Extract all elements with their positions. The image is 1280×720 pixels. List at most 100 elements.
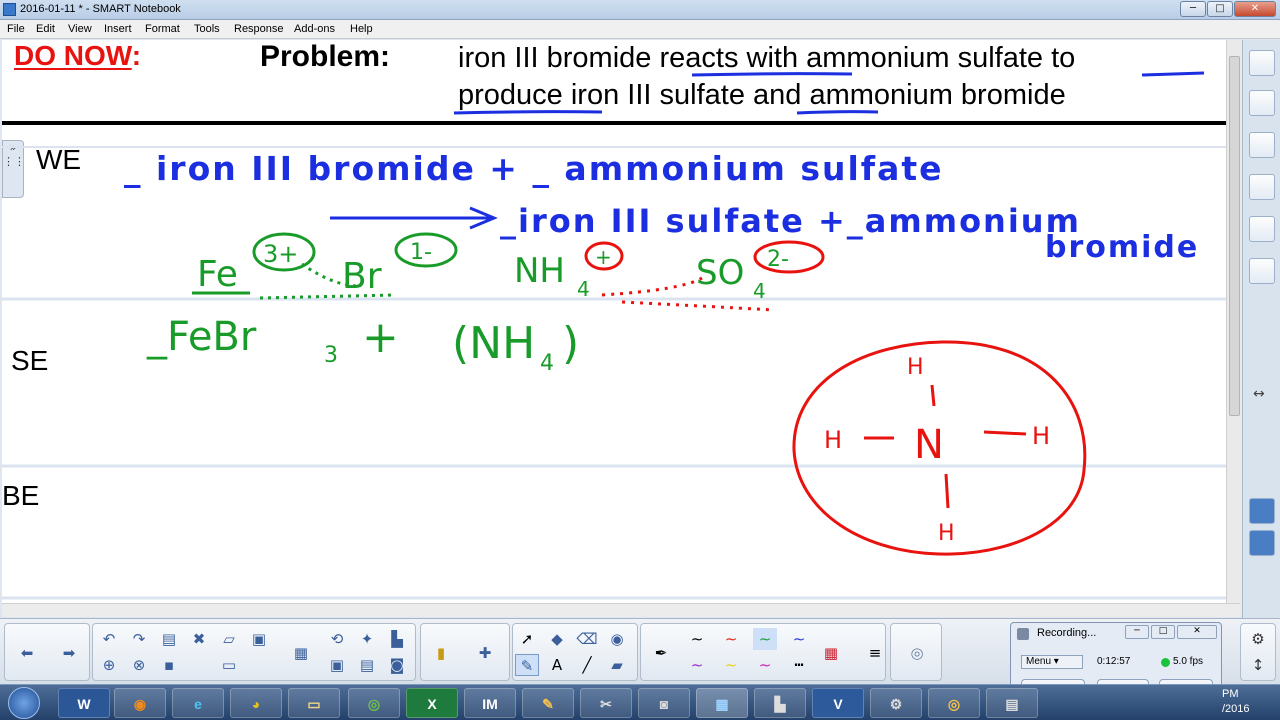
undo-icon[interactable]: ↶	[97, 628, 121, 650]
pen-type-icon[interactable]: ✒	[649, 642, 673, 664]
smart-tools-taskbar-icon[interactable]: ✎	[522, 688, 574, 718]
screen-shade-icon[interactable]: ▭	[217, 654, 241, 676]
close-button[interactable]: ✕	[1234, 1, 1276, 17]
hw-formula-2-sub: 4	[540, 351, 554, 376]
table-icon[interactable]: ▦	[289, 642, 313, 664]
gear-icon[interactable]: ⚙	[1246, 628, 1270, 650]
vertical-scrollbar[interactable]	[1226, 40, 1242, 616]
next-page-arrow-icon[interactable]	[1249, 530, 1275, 556]
properties-tab-icon[interactable]	[1249, 174, 1275, 200]
pen-blue-icon[interactable]: ∼	[787, 628, 811, 650]
pen-magenta-icon[interactable]: ∼	[753, 654, 777, 676]
document-camera-taskbar-icon[interactable]: ▙	[754, 688, 806, 718]
eraser-icon[interactable]: ⌫	[575, 628, 599, 650]
page-sorter-tab-icon[interactable]	[1249, 50, 1275, 76]
menu-format[interactable]: Format	[145, 23, 180, 35]
camera-taskbar-icon[interactable]: ◙	[638, 688, 690, 718]
menu-tools[interactable]: Tools	[194, 23, 220, 35]
smart-ink-taskbar-icon[interactable]: ✂	[580, 688, 632, 718]
tools-taskbar-icon[interactable]: ⚙	[870, 688, 922, 718]
hw-formula-1-sub: 3	[324, 343, 338, 368]
excel-taskbar-icon[interactable]: X	[406, 688, 458, 718]
file-explorer-taskbar-icon[interactable]: ▭	[288, 688, 340, 718]
underline-reacts-with	[691, 72, 853, 77]
add-page-icon[interactable]: ⊕	[97, 654, 121, 676]
puzzle-add-on-icon[interactable]: ✚	[473, 642, 497, 664]
eraser-2-icon[interactable]: ▰	[605, 654, 629, 676]
previous-page-arrow-icon[interactable]	[1249, 498, 1275, 524]
document-camera-icon[interactable]: ▙	[385, 628, 409, 650]
attachments-tab-icon[interactable]	[1249, 132, 1275, 158]
internet-explorer-taskbar-icon[interactable]: e	[172, 688, 224, 718]
menu-bar: File Edit View Insert Format Tools Respo…	[0, 20, 1280, 39]
horizontal-scrollbar[interactable]	[2, 603, 1240, 617]
select-icon[interactable]: ➚	[515, 628, 539, 650]
scrollbar-thumb[interactable]	[1229, 56, 1240, 416]
pen-dashed-icon[interactable]: ┅	[787, 654, 811, 676]
notebook-page[interactable]: DO NOW: Problem: iron III bromide reacts…	[2, 40, 1226, 616]
im-taskbar-icon[interactable]: IM	[464, 688, 516, 718]
camera-icon[interactable]: ◙	[385, 654, 409, 676]
paste-icon[interactable]: ▣	[247, 628, 271, 650]
start-button[interactable]	[8, 687, 40, 719]
menu-help[interactable]: Help	[350, 23, 373, 35]
screen-capture-icon[interactable]: ▤	[355, 654, 379, 676]
underline-and	[796, 110, 879, 115]
recorder-menu-dropdown[interactable]: Menu ▾	[1021, 655, 1083, 669]
pen-black-icon[interactable]: ∼	[685, 628, 709, 650]
pen-green-icon[interactable]: ∼	[753, 628, 777, 650]
misc-taskbar-icon[interactable]: ▤	[986, 688, 1038, 718]
response-taskbar-icon[interactable]: V	[812, 688, 864, 718]
maximize-button[interactable]: □	[1207, 1, 1233, 17]
properties-icon[interactable]: ◎	[905, 642, 929, 664]
move-toolbar-icon[interactable]: ↕	[1246, 654, 1270, 676]
resize-handle-icon[interactable]: ↔	[1253, 386, 1265, 402]
clear-page-icon[interactable]: ▱	[217, 628, 241, 650]
recorder-taskbar-icon[interactable]: ◎	[928, 688, 980, 718]
next-page-icon[interactable]: ➡	[57, 642, 81, 664]
fill-icon[interactable]: ◉	[605, 628, 629, 650]
recorder-minimize-button[interactable]: ─	[1125, 625, 1149, 639]
redo-icon[interactable]: ↷	[127, 628, 151, 650]
magic-pen-icon[interactable]: ✦	[355, 628, 379, 650]
recorder-restore-button[interactable]: □	[1151, 625, 1175, 639]
lesson-activity-tab-icon[interactable]	[1249, 258, 1275, 284]
previous-page-icon[interactable]: ⬅	[15, 642, 39, 664]
firefox-taskbar-icon[interactable]: ◉	[114, 688, 166, 718]
chrome-taskbar-icon[interactable]: ◕	[230, 688, 282, 718]
line-icon[interactable]: ╱	[575, 654, 599, 676]
lesson-icon[interactable]: ▮	[429, 642, 453, 664]
hw-structure-h-left: H	[824, 426, 842, 454]
line-style-icon[interactable]: ≡	[863, 642, 887, 664]
pen-yellow-icon[interactable]: ∼	[719, 654, 743, 676]
open-file-icon[interactable]: ▤	[157, 628, 181, 650]
shapes-icon[interactable]: ◆	[545, 628, 569, 650]
text-icon[interactable]: A	[545, 654, 569, 676]
menu-edit[interactable]: Edit	[36, 23, 55, 35]
word-taskbar-icon[interactable]: W	[58, 688, 110, 718]
color-palette-icon[interactable]: ▦	[819, 642, 843, 664]
minimize-button[interactable]: ─	[1180, 1, 1206, 17]
pen-purple-icon[interactable]: ∼	[685, 654, 709, 676]
pen-red-icon[interactable]: ∼	[719, 628, 743, 650]
gallery-tab-icon[interactable]	[1249, 90, 1275, 116]
menu-insert[interactable]: Insert	[104, 23, 132, 35]
recorder-close-button[interactable]: ✕	[1177, 625, 1217, 639]
delete-page-icon[interactable]: ⊗	[127, 654, 151, 676]
delete-icon[interactable]: ✖	[187, 628, 211, 650]
smart-notebook-app-icon	[3, 3, 16, 16]
menu-view[interactable]: View	[68, 23, 92, 35]
capture-icon[interactable]: ▣	[325, 654, 349, 676]
full-screen-icon[interactable]: ⟲	[325, 628, 349, 650]
smart-notebook-taskbar-icon[interactable]: ▦	[696, 688, 748, 718]
menu-file[interactable]: File	[7, 23, 25, 35]
app-taskbar-icon[interactable]: ◎	[348, 688, 400, 718]
menu-add-ons[interactable]: Add-ons	[294, 23, 335, 35]
menu-response[interactable]: Response	[234, 23, 284, 35]
add-ons-tab-icon[interactable]	[1249, 216, 1275, 242]
pens-icon[interactable]: ✎	[515, 654, 539, 676]
hw-bond-top	[930, 384, 936, 407]
navigation-group: ⬅ ➡	[4, 623, 90, 681]
hw-so: SO	[696, 253, 744, 293]
save-icon[interactable]: ▪	[157, 654, 181, 676]
